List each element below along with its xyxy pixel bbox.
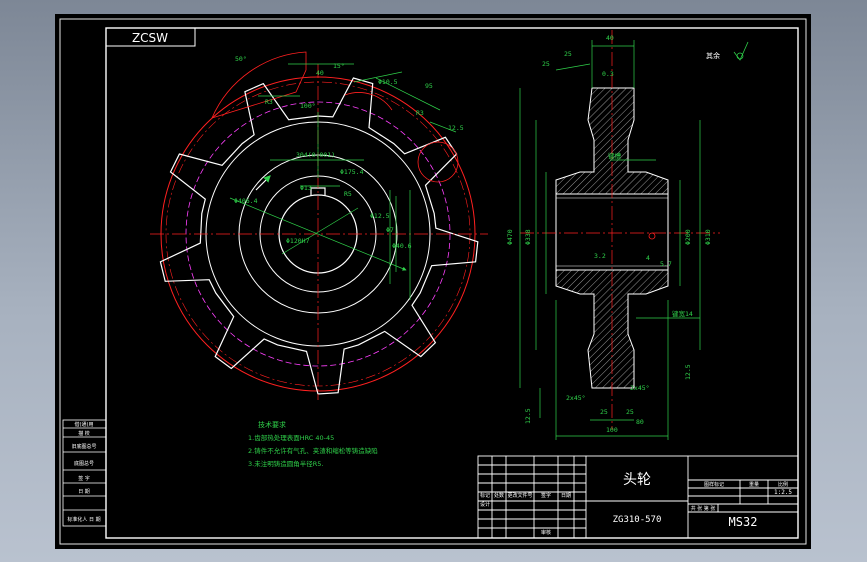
dim-l-8: 12.5	[448, 124, 464, 132]
tb-approve: 审核	[541, 529, 551, 536]
dim-r-17: 键槽	[608, 151, 622, 160]
dim-r-9: 12.5	[524, 408, 532, 424]
note-2: 2.铸件不允许有气孔、夹渣和缩松等铸造缺陷	[248, 446, 378, 455]
tb-rev-2: 更改文件号	[507, 492, 532, 499]
dim-r-11: 12.5	[684, 364, 692, 380]
dim-r-18: 4	[646, 254, 650, 262]
dim-r-14: 2x45°	[630, 384, 650, 392]
dim-l-3: 15°	[333, 62, 345, 70]
dim-l-9: 304(0.001)	[296, 151, 335, 159]
dim-l-11: Φ406.4	[234, 197, 258, 205]
logo-text: ZCSW	[132, 31, 168, 45]
note-3: 3.未注明铸造圆角半径R5.	[248, 459, 323, 468]
tb-design: 设计	[480, 501, 490, 508]
roughness-symbol	[733, 41, 749, 61]
side-label-5: 签 字	[78, 475, 90, 482]
dim-r-12: 2x45°	[566, 394, 586, 402]
tb-rev-3: 签字	[541, 492, 551, 499]
side-label-4: 底图总号	[74, 460, 94, 467]
drawing-number: ZG310-570	[613, 515, 662, 525]
side-label-6: 日 期	[78, 489, 90, 495]
part-title: 头轮	[623, 472, 651, 488]
notes-title: 技术要求	[258, 420, 286, 429]
dim-l-0: 50°	[235, 55, 247, 63]
side-label-2: 描 校	[78, 430, 90, 437]
sprocket-front-view: 50° R3 40 15° 100° Φ10.5 95 R3 12.5 304(…	[150, 51, 488, 400]
detail-arc-2	[344, 92, 393, 111]
dim-l-2: 40	[316, 69, 324, 77]
dim-r-10: 25	[626, 408, 634, 416]
dim-r-6: Φ200	[684, 229, 692, 245]
dim-r-1: 25	[564, 50, 572, 58]
dim-r-15: 100	[606, 426, 618, 434]
material-code: MS32	[729, 515, 758, 529]
dim-r-2: 25	[542, 60, 550, 68]
roughness-rest: 其余	[706, 51, 720, 60]
scale-value: 1:2.5	[774, 489, 792, 496]
dim-l-16: Φ13	[300, 184, 312, 192]
side-label-7: 标准化人 日 期	[67, 516, 100, 523]
dim-l-14: Φ7	[386, 226, 394, 234]
dim-r-20: 键宽14	[672, 309, 693, 318]
detail-circle	[417, 141, 459, 183]
dim-r-13: 25	[600, 408, 608, 416]
dim-l-5: Φ10.5	[378, 78, 398, 86]
tb-rev-0: 标记	[480, 492, 490, 499]
dim-r-3: 0.3	[602, 70, 614, 78]
side-table-labels: 借(通)用 描 校 旧底图总号 底图总号 签 字 日 期 标准化人 日 期	[67, 421, 100, 523]
tb-r1-2: 比例	[778, 481, 788, 488]
tb-rev-4: 日期	[561, 493, 571, 499]
dim-r-5: Φ338	[524, 229, 532, 245]
dim-l-6: 95	[425, 82, 433, 90]
side-label-1: 借(通)用	[75, 421, 94, 428]
dim-l-13: Φ12.5	[370, 212, 390, 220]
tb-rev-1: 处数	[494, 492, 504, 499]
dim-r-4: Φ470	[506, 229, 514, 245]
dim-r-7: Φ310	[704, 229, 712, 245]
dim-r-8: 3.2	[594, 252, 606, 260]
tb-r1-1: 重量	[749, 481, 759, 488]
technical-notes: 技术要求 1.齿部热处理表面HRC 40-45 2.铸件不允许有气孔、夹渣和缩松…	[248, 420, 378, 468]
cad-drawing: ZCSW 借(通)用 描 校 旧底图总号 底图总号 签 字 日 期 标准化人 日…	[59, 18, 807, 545]
dim-l-17: R5	[344, 190, 352, 198]
sprocket-section-view: 40 25 25 0.3 Φ470 Φ338 Φ200 Φ310 3.2 12.…	[506, 30, 749, 440]
tb-r1-0: 图样标记	[704, 481, 724, 488]
dim-l-4: 100°	[300, 102, 316, 110]
dim-l-7: R3	[416, 109, 424, 117]
inner-frame	[105, 27, 799, 539]
dim-r-0: 40	[606, 34, 614, 42]
dim-l-12: Φ120H7	[286, 237, 310, 245]
dim-r-16: 80	[636, 418, 644, 426]
dim-l-1: R3	[265, 98, 273, 106]
tb-sheets: 共 张 第 张	[691, 505, 716, 512]
dim-l-10: Φ175.4	[340, 168, 364, 176]
dim-r-19: 5.7	[660, 260, 672, 268]
dim-l-15: Φ40.6	[392, 242, 412, 250]
oil-hole	[648, 232, 656, 240]
side-label-3: 旧底图总号	[71, 443, 96, 450]
note-1: 1.齿部热处理表面HRC 40-45	[248, 433, 334, 442]
